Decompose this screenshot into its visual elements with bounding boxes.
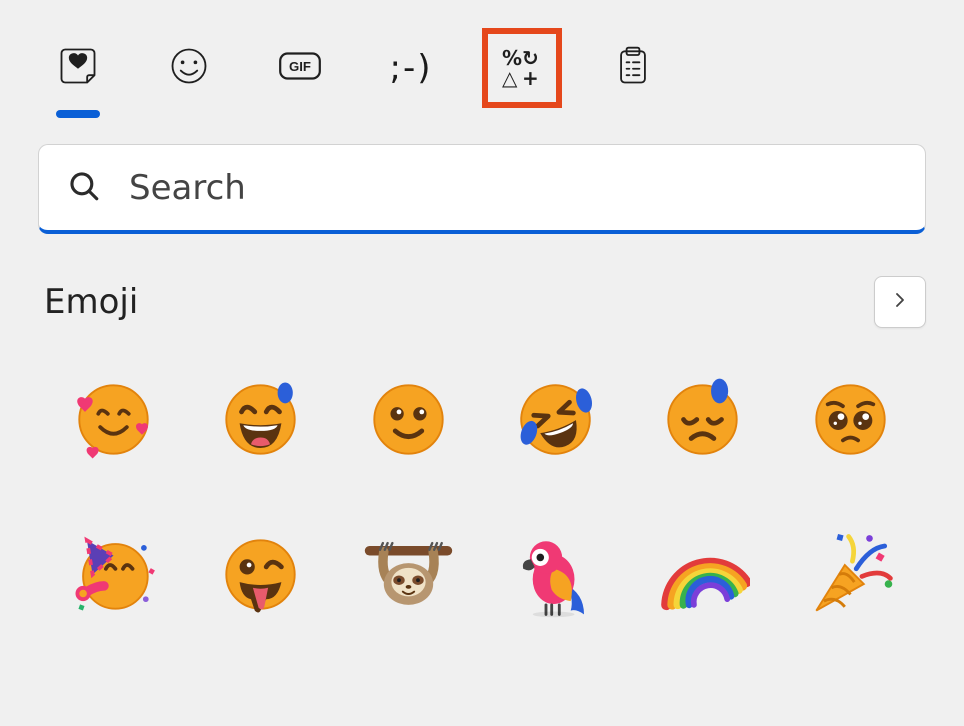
gif-icon: GIF	[278, 44, 322, 92]
emoji-picker-panel: GIF ;-) % ↻ △ +	[0, 0, 964, 622]
smiley-icon	[167, 44, 211, 92]
tab-symbols[interactable]: % ↻ △ +	[494, 40, 550, 96]
kaomoji-icon: ;-)	[390, 48, 433, 88]
emoji-smiling-face[interactable]	[335, 372, 482, 467]
search-input[interactable]	[129, 168, 897, 208]
heart-sticker-icon	[56, 44, 100, 92]
tab-gif[interactable]: GIF	[272, 40, 328, 96]
emoji-party-popper[interactable]	[777, 527, 924, 622]
chevron-right-icon	[891, 291, 909, 313]
tab-emoji[interactable]	[161, 40, 217, 96]
search-icon	[67, 169, 129, 207]
section-title: Emoji	[44, 282, 138, 322]
tab-recent[interactable]	[50, 40, 106, 96]
emoji-downcast-face-with-sweat[interactable]	[629, 372, 776, 467]
expand-button[interactable]	[874, 276, 926, 328]
search-box[interactable]	[38, 144, 926, 234]
section-header: Emoji	[38, 276, 926, 328]
tab-kaomoji[interactable]: ;-)	[383, 40, 439, 96]
tab-clipboard[interactable]	[605, 40, 661, 96]
emoji-rainbow[interactable]	[629, 527, 776, 622]
emoji-grid	[38, 372, 926, 622]
svg-text:GIF: GIF	[289, 59, 311, 74]
clipboard-icon	[611, 44, 655, 92]
emoji-winking-face-with-tongue[interactable]	[187, 527, 334, 622]
emoji-pleading-face[interactable]	[777, 372, 924, 467]
emoji-smiling-face-with-hearts[interactable]	[40, 372, 187, 467]
emoji-rolling-on-floor-laughing[interactable]	[482, 372, 629, 467]
emoji-grinning-face-with-sweat[interactable]	[187, 372, 334, 467]
category-tabs: GIF ;-) % ↻ △ +	[38, 40, 926, 96]
symbols-icon: % ↻ △ +	[502, 48, 542, 88]
emoji-parrot[interactable]	[482, 527, 629, 622]
emoji-partying-face[interactable]	[40, 527, 187, 622]
emoji-sloth[interactable]	[335, 527, 482, 622]
